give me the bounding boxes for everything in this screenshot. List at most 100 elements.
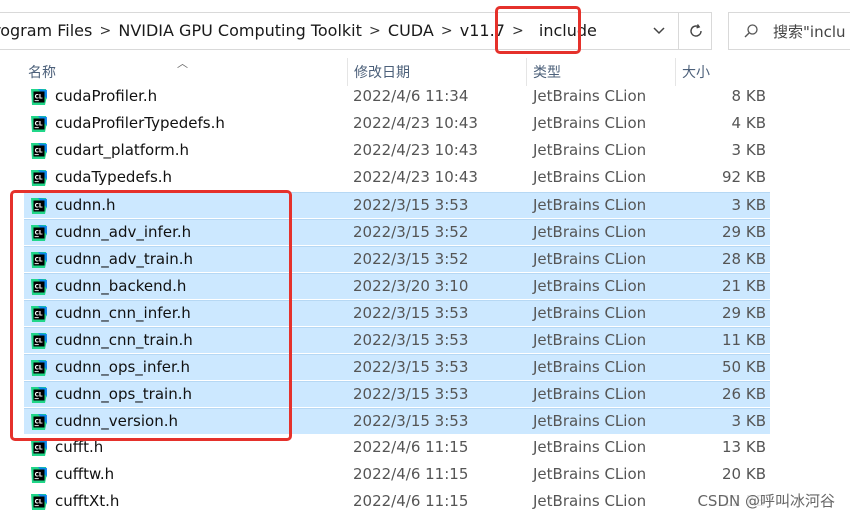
svg-text:CL: CL [35,176,43,182]
chevron-right-icon[interactable]: > [92,23,118,39]
file-name: cudaProfiler.h [55,87,158,105]
file-row[interactable]: CL cudnn_backend.h 2022/3/20 3:10 JetBrains… [24,273,770,299]
clion-file-icon: CL [29,277,49,297]
file-type: JetBrains CLion [533,114,647,132]
file-type: JetBrains CLion [533,492,647,510]
file-date: 2022/4/6 11:15 [353,492,469,510]
file-type: JetBrains CLion [533,250,647,268]
file-row[interactable]: CL cudaProfilerTypedefs.h 2022/4/23 10:43 J… [24,111,770,137]
file-row[interactable]: CL cudnn.h 2022/3/15 3:53 JetBrains CLion 3 … [24,192,770,218]
file-name: cudaTypedefs.h [55,168,173,186]
clion-file-icon: CL [29,141,49,161]
file-size: 29 KB [722,223,766,241]
svg-text:CL: CL [35,500,43,506]
file-name: cufft.h [55,438,104,456]
address-dropdown-button[interactable] [642,13,676,49]
breadcrumb-include[interactable]: include [531,13,603,49]
file-name: cudnn_ops_infer.h [55,358,191,376]
svg-text:CL: CL [35,204,43,210]
file-date: 2022/3/15 3:53 [353,196,469,214]
address-bar[interactable]: rogram Files > NVIDIA GPU Computing Tool… [0,12,712,50]
file-date: 2022/4/23 10:43 [353,114,478,132]
file-row[interactable]: CL cudaTypedefs.h 2022/4/23 10:43 JetBrains… [24,165,770,191]
file-size: 3 KB [731,141,766,159]
breadcrumb-cuda[interactable]: CUDA [388,13,434,49]
column-size[interactable]: 大小 [675,58,775,86]
file-type: JetBrains CLion [533,168,647,186]
file-size: 11 KB [722,331,766,349]
column-header: ︿ 名称 修改日期 类型 大小 [0,57,850,86]
file-row[interactable]: CL cudnn_adv_train.h 2022/3/15 3:52 JetBrai… [24,246,770,272]
file-row[interactable]: CL cudnn_ops_infer.h 2022/3/15 3:53 JetBrai… [24,354,770,380]
chevron-right-icon[interactable]: > [505,23,531,39]
file-date: 2022/3/15 3:53 [353,412,469,430]
chevron-right-icon[interactable]: > [434,23,460,39]
column-name[interactable]: 名称 [22,58,346,86]
file-row[interactable]: CL cudnn_version.h 2022/3/15 3:53 JetBrains… [24,408,770,434]
breadcrumb-program-files[interactable]: rogram Files [0,13,92,49]
file-name: cudnn_backend.h [55,277,187,295]
search-input[interactable]: 搜索"inclu [728,12,850,50]
svg-text:CL: CL [35,366,43,372]
refresh-button[interactable] [678,13,712,49]
file-type: JetBrains CLion [533,358,647,376]
clion-file-icon: CL [29,114,49,134]
chevron-down-icon [653,27,665,35]
svg-text:CL: CL [35,312,43,318]
clion-file-icon: CL [29,223,49,243]
file-name: cufftw.h [55,465,115,483]
clion-file-icon: CL [29,168,49,188]
file-size: 20 KB [722,465,766,483]
file-row[interactable]: CL cudnn_cnn_infer.h 2022/3/15 3:53 JetBrai… [24,300,770,326]
file-date: 2022/3/15 3:53 [353,385,469,403]
svg-text:CL: CL [35,258,43,264]
file-row[interactable]: CL cufftXt.h 2022/4/6 11:15 JetBrains CLion… [24,489,770,515]
file-name: cudnn.h [55,196,116,214]
watermark: CSDN @呼叫冰河谷 [694,489,838,512]
svg-text:CL: CL [35,339,43,345]
chevron-right-icon[interactable]: > [362,23,388,39]
clion-file-icon: CL [29,331,49,351]
file-type: JetBrains CLion [533,304,647,322]
svg-text:CL: CL [35,446,43,452]
clion-file-icon: CL [29,250,49,270]
file-size: 3 KB [731,196,766,214]
search-placeholder: 搜索"inclu [773,22,846,41]
file-date: 2022/3/15 3:53 [353,358,469,376]
file-row[interactable]: CL cudnn_cnn_train.h 2022/3/15 3:53 JetBrai… [24,327,770,353]
refresh-icon [689,24,702,37]
column-date[interactable]: 修改日期 [347,58,525,86]
file-date: 2022/3/15 3:52 [353,250,469,268]
file-size: 21 KB [722,277,766,295]
file-date: 2022/3/20 3:10 [353,277,469,295]
column-type[interactable]: 类型 [526,58,674,86]
file-size: 4 KB [731,114,766,132]
svg-text:CL: CL [35,393,43,399]
file-date: 2022/4/6 11:34 [353,87,469,105]
breadcrumb-nvidia-toolkit[interactable]: NVIDIA GPU Computing Toolkit [118,13,362,49]
file-date: 2022/4/6 11:15 [353,438,469,456]
breadcrumb-v117[interactable]: v11.7 [460,13,505,49]
file-row[interactable]: CL cudaProfiler.h 2022/4/6 11:34 JetBrains … [24,84,770,110]
file-row[interactable]: CL cudnn_adv_infer.h 2022/3/15 3:52 JetBrai… [24,219,770,245]
file-type: JetBrains CLion [533,465,647,483]
file-type: JetBrains CLion [533,277,647,295]
file-row[interactable]: CL cufftw.h 2022/4/6 11:15 JetBrains CLion 2… [24,462,770,488]
file-date: 2022/3/15 3:53 [353,304,469,322]
file-name: cudnn_cnn_train.h [55,331,193,349]
file-name: cudnn_adv_infer.h [55,223,192,241]
clion-file-icon: CL [29,385,49,405]
clion-file-icon: CL [29,438,49,458]
file-date: 2022/3/15 3:52 [353,223,469,241]
clion-file-icon: CL [29,492,49,512]
file-size: 13 KB [722,438,766,456]
file-name: cudnn_adv_train.h [55,250,194,268]
svg-text:CL: CL [35,285,43,291]
file-row[interactable]: CL cudart_platform.h 2022/4/23 10:43 JetBra… [24,138,770,164]
file-row[interactable]: CL cudnn_ops_train.h 2022/3/15 3:53 JetBrai… [24,381,770,407]
file-size: 29 KB [722,304,766,322]
svg-text:CL: CL [35,95,43,101]
file-type: JetBrains CLion [533,331,647,349]
file-row[interactable]: CL cufft.h 2022/4/6 11:15 JetBrains CLion 13… [24,435,770,461]
file-name: cudnn_ops_train.h [55,385,192,403]
